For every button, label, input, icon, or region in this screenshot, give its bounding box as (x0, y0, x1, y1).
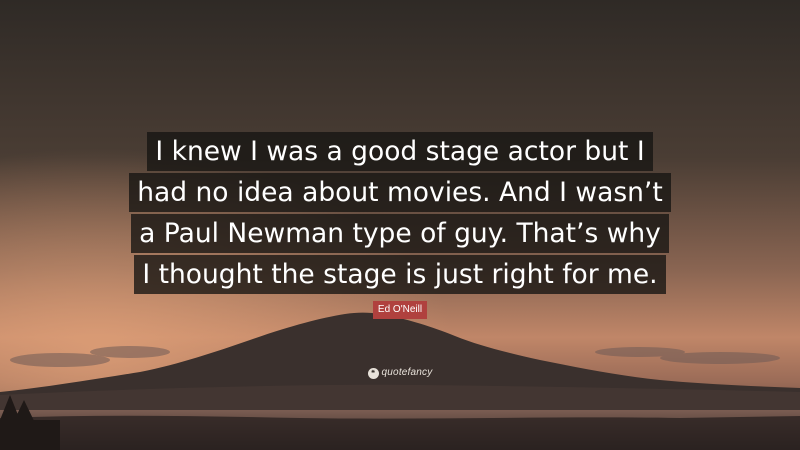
quote-mark-icon: ❝ (367, 367, 379, 379)
quote-line-1: I knew I was a good stage actor but I (147, 132, 653, 171)
brand-name: quotefancy (381, 367, 433, 378)
quote-line-3: a Paul Newman type of guy. That’s why (131, 214, 669, 253)
author-badge: Ed O'Neill (372, 301, 428, 319)
quote-text: I knew I was a good stage actor but I ha… (0, 132, 800, 296)
quote-line-2: had no idea about movies. And I wasn’t (129, 173, 671, 212)
quote-image: I knew I was a good stage actor but I ha… (0, 0, 800, 450)
author-container: Ed O'Neill (0, 299, 800, 319)
quote-line-4: I thought the stage is just right for me… (134, 255, 666, 294)
brand-watermark: ❝ quotefancy (0, 366, 800, 381)
